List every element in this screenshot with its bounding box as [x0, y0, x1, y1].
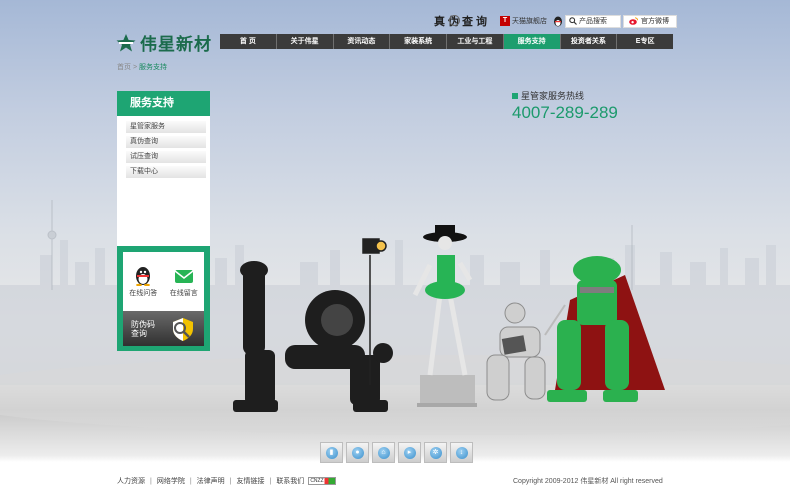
anti-fake-query-button[interactable]: 防伪码 查询 — [123, 311, 204, 346]
sidebar-item-authenticity[interactable]: 真伪查询 — [126, 136, 206, 148]
brand-logo[interactable]: 伟星新材 — [116, 30, 212, 55]
main-nav: 首 页 关于伟星 资讯动态 家装系统 工业与工程 服务支持 投资者关系 E专区 — [220, 34, 673, 49]
user-button[interactable]: ● — [346, 442, 369, 463]
breadcrumb-separator: > — [132, 64, 138, 71]
nav-home[interactable]: 首 页 — [220, 34, 277, 49]
nav-investor[interactable]: 投资者关系 — [561, 34, 618, 49]
footer-link-contact[interactable]: 联系我们 — [276, 476, 304, 486]
download-button[interactable]: ↓ — [450, 442, 473, 463]
qq-icon — [136, 267, 151, 286]
bottom-icon-bar: ▮ ● ⌂ ▸ ✲ ↓ — [320, 442, 473, 463]
download-icon: ↓ — [455, 446, 468, 459]
verify-link[interactable]: 真伪查询 — [434, 13, 490, 29]
online-qa-button[interactable]: 在线问答 — [129, 266, 157, 311]
online-message-label: 在线留言 — [169, 290, 198, 297]
hero-characters-illustration — [233, 225, 665, 412]
footer-links: 人力资源 | 网络学院 | 法律声明 | 友情链接 | 联系我们 CNZZ — [117, 476, 337, 486]
star-logo-icon — [116, 33, 136, 51]
sidebar-item-pressure-test[interactable]: 试压查询 — [126, 151, 206, 163]
cnzz-badge[interactable]: CNZZ — [308, 477, 337, 485]
product-search-input[interactable]: 产品搜索 — [565, 14, 621, 28]
logo-text: 伟星新材 — [140, 35, 212, 55]
breadcrumb-home[interactable]: 首页 — [117, 64, 131, 71]
search-icon — [569, 17, 577, 25]
hotline-label-row: 星管家服务热线 — [512, 89, 618, 102]
sidebar-title: 服务支持 — [117, 91, 210, 116]
footer-link-legal[interactable]: 法律声明 — [197, 476, 225, 486]
shield-magnifier-icon — [173, 317, 193, 341]
footer-link-academy[interactable]: 网络学院 — [157, 476, 185, 486]
nav-industry[interactable]: 工业与工程 — [447, 34, 504, 49]
mail-icon — [174, 270, 194, 283]
weibo-label: 官方微博 — [641, 18, 669, 25]
qq-penguin-icon[interactable] — [553, 16, 563, 27]
settings-button[interactable]: ✲ — [424, 442, 447, 463]
tmall-label: 天猫旗舰店 — [512, 18, 547, 25]
breadcrumb: 首页 > 服务支持 — [117, 62, 167, 72]
home-button[interactable]: ⌂ — [372, 442, 395, 463]
tmall-store-link[interactable]: T 天猫旗舰店 — [500, 16, 547, 26]
nav-service-support[interactable]: 服务支持 — [503, 34, 561, 49]
sidebar-menu: 星管家服务 真伪查询 试压查询 下载中心 — [117, 116, 210, 246]
breadcrumb-current: 服务支持 — [139, 64, 167, 71]
contact-panel: 在线问答 在线留言 — [123, 252, 204, 311]
sidebar-contact-box: 在线问答 在线留言 防伪码 查询 — [117, 246, 210, 351]
anti-fake-label: 防伪码 查询 — [131, 319, 155, 338]
nav-home-system[interactable]: 家装系统 — [390, 34, 447, 49]
footer-link-friends[interactable]: 友情链接 — [236, 476, 264, 486]
sidebar-item-download[interactable]: 下载中心 — [126, 166, 206, 178]
weibo-link[interactable]: 官方微博 — [623, 14, 677, 28]
hotline-number: 4007-289-289 — [512, 103, 618, 122]
top-utility-bar: 真伪查询 T 天猫旗舰店 产品搜索 官方微博 — [434, 12, 677, 30]
chart-icon: ▮ — [325, 446, 338, 459]
online-message-button[interactable]: 在线留言 — [170, 266, 198, 311]
play-icon: ▸ — [403, 446, 416, 459]
nav-about[interactable]: 关于伟星 — [277, 34, 334, 49]
search-label: 产品搜索 — [579, 18, 607, 25]
play-button[interactable]: ▸ — [398, 442, 421, 463]
user-icon: ● — [351, 446, 364, 459]
tmall-icon: T — [500, 16, 510, 26]
weibo-icon — [629, 17, 638, 25]
settings-icon: ✲ — [429, 446, 442, 459]
online-qa-label: 在线问答 — [129, 290, 158, 297]
hotline-block: 星管家服务热线 4007-289-289 — [512, 89, 618, 123]
hotline-label: 星管家服务热线 — [521, 91, 585, 101]
sidebar: 服务支持 星管家服务 真伪查询 试压查询 下载中心 在线问答 在线留言 防伪码 … — [117, 91, 210, 351]
copyright: Copyright 2009-2012 伟星新材 All right reser… — [513, 478, 663, 485]
magnifier-icon — [449, 15, 460, 26]
home-icon: ⌂ — [377, 446, 390, 459]
nav-e-zone[interactable]: E专区 — [617, 34, 673, 49]
square-bullet-icon — [512, 92, 518, 99]
chart-button[interactable]: ▮ — [320, 442, 343, 463]
footer-link-hr[interactable]: 人力资源 — [117, 476, 145, 486]
nav-news[interactable]: 资讯动态 — [334, 34, 391, 49]
sidebar-item-steward-service[interactable]: 星管家服务 — [126, 121, 206, 133]
